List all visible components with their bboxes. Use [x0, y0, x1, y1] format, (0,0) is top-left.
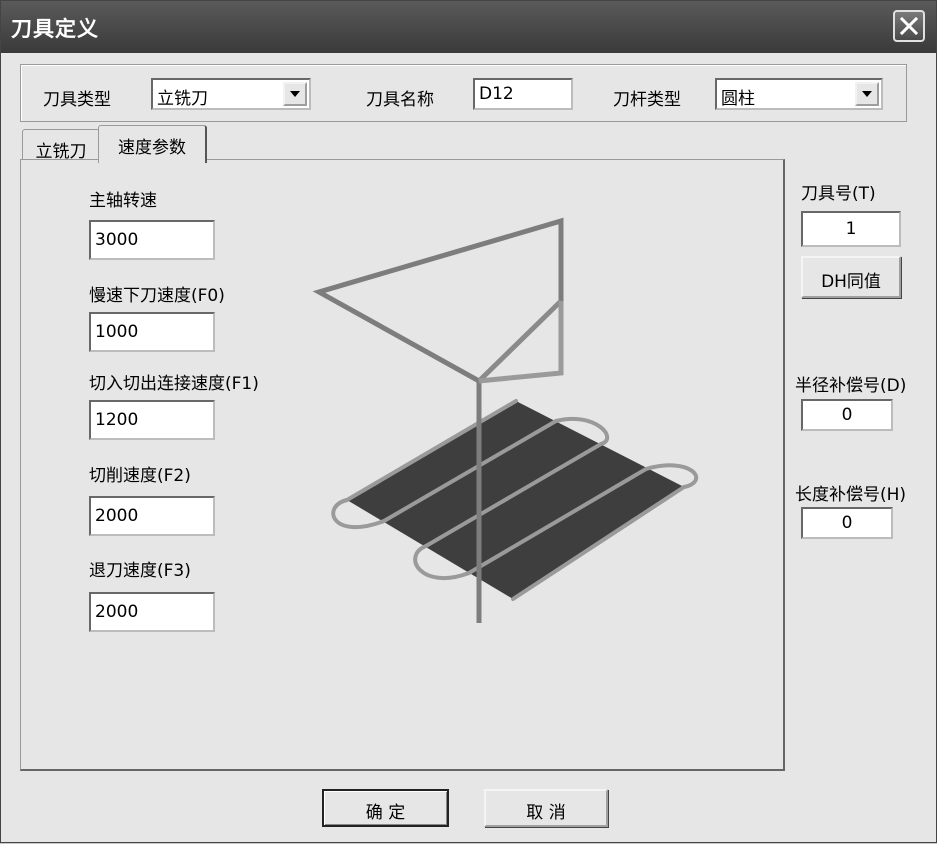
ok-button[interactable]: 确 定	[322, 789, 449, 827]
tool-number-input[interactable]: 1	[801, 211, 901, 247]
length-comp-label: 长度补偿号(H)	[795, 485, 907, 505]
radius-comp-input[interactable]: 0	[801, 399, 893, 431]
dh-same-button[interactable]: DH同值	[801, 256, 901, 298]
cancel-button[interactable]: 取 消	[484, 789, 608, 827]
tool-definition-dialog: 刀具定义 刀具类型 立铣刀 刀具名称 D12 刀杆类型 圆柱 立铣刀 速度参数 …	[0, 0, 937, 843]
length-comp-input[interactable]: 0	[801, 507, 893, 539]
tab-speed-params[interactable]: 速度参数	[98, 125, 207, 163]
tool-number-label: 刀具号(T)	[801, 184, 876, 204]
radius-comp-label: 半径补偿号(D)	[795, 376, 907, 396]
